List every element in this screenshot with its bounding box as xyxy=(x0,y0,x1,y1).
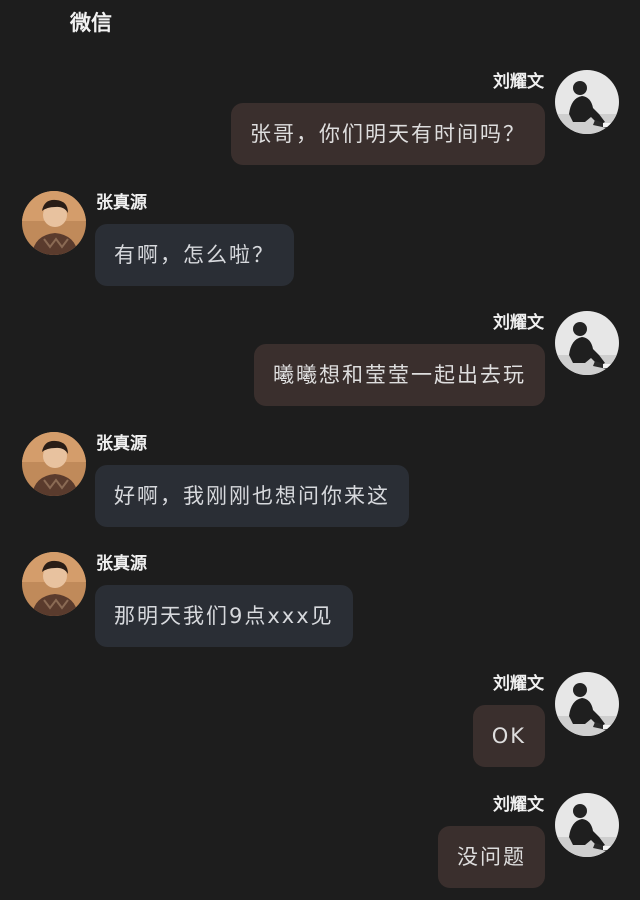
sender-name: 刘耀文 xyxy=(493,674,544,694)
message-bubble[interactable]: 好啊，我刚刚也想问你来这 xyxy=(95,465,409,527)
avatar-image-icon xyxy=(555,311,619,375)
avatar[interactable] xyxy=(22,191,86,255)
avatar-image-icon xyxy=(555,70,619,134)
avatar-image-icon xyxy=(555,793,619,857)
avatar[interactable] xyxy=(555,70,619,134)
avatar[interactable] xyxy=(555,311,619,375)
sender-name: 刘耀文 xyxy=(493,313,544,333)
sender-name: 张真源 xyxy=(96,434,147,454)
sender-name: 张真源 xyxy=(96,193,147,213)
avatar[interactable] xyxy=(22,432,86,496)
sender-name: 刘耀文 xyxy=(493,795,544,815)
avatar-image-icon xyxy=(22,191,86,255)
message-bubble[interactable]: 张哥，你们明天有时间吗？ xyxy=(231,103,545,165)
message-bubble[interactable]: OK xyxy=(472,705,545,767)
message-bubble[interactable]: 那明天我们9点xxx见 xyxy=(95,585,353,647)
avatar[interactable] xyxy=(555,672,619,736)
avatar-image-icon xyxy=(22,432,86,496)
message-bubble[interactable]: 没问题 xyxy=(438,826,545,888)
avatar[interactable] xyxy=(555,793,619,857)
chat-thread[interactable]: 刘耀文 张哥，你们明天有时间吗？ 张真源 有啊，怎么啦？ 刘耀文 曦曦想和莹莹一… xyxy=(0,0,640,900)
avatar-image-icon xyxy=(22,552,86,616)
avatar[interactable] xyxy=(22,552,86,616)
sender-name: 张真源 xyxy=(96,554,147,574)
message-bubble[interactable]: 有啊，怎么啦？ xyxy=(95,224,294,286)
sender-name: 刘耀文 xyxy=(493,72,544,92)
message-bubble[interactable]: 曦曦想和莹莹一起出去玩 xyxy=(254,344,545,406)
avatar-image-icon xyxy=(555,672,619,736)
